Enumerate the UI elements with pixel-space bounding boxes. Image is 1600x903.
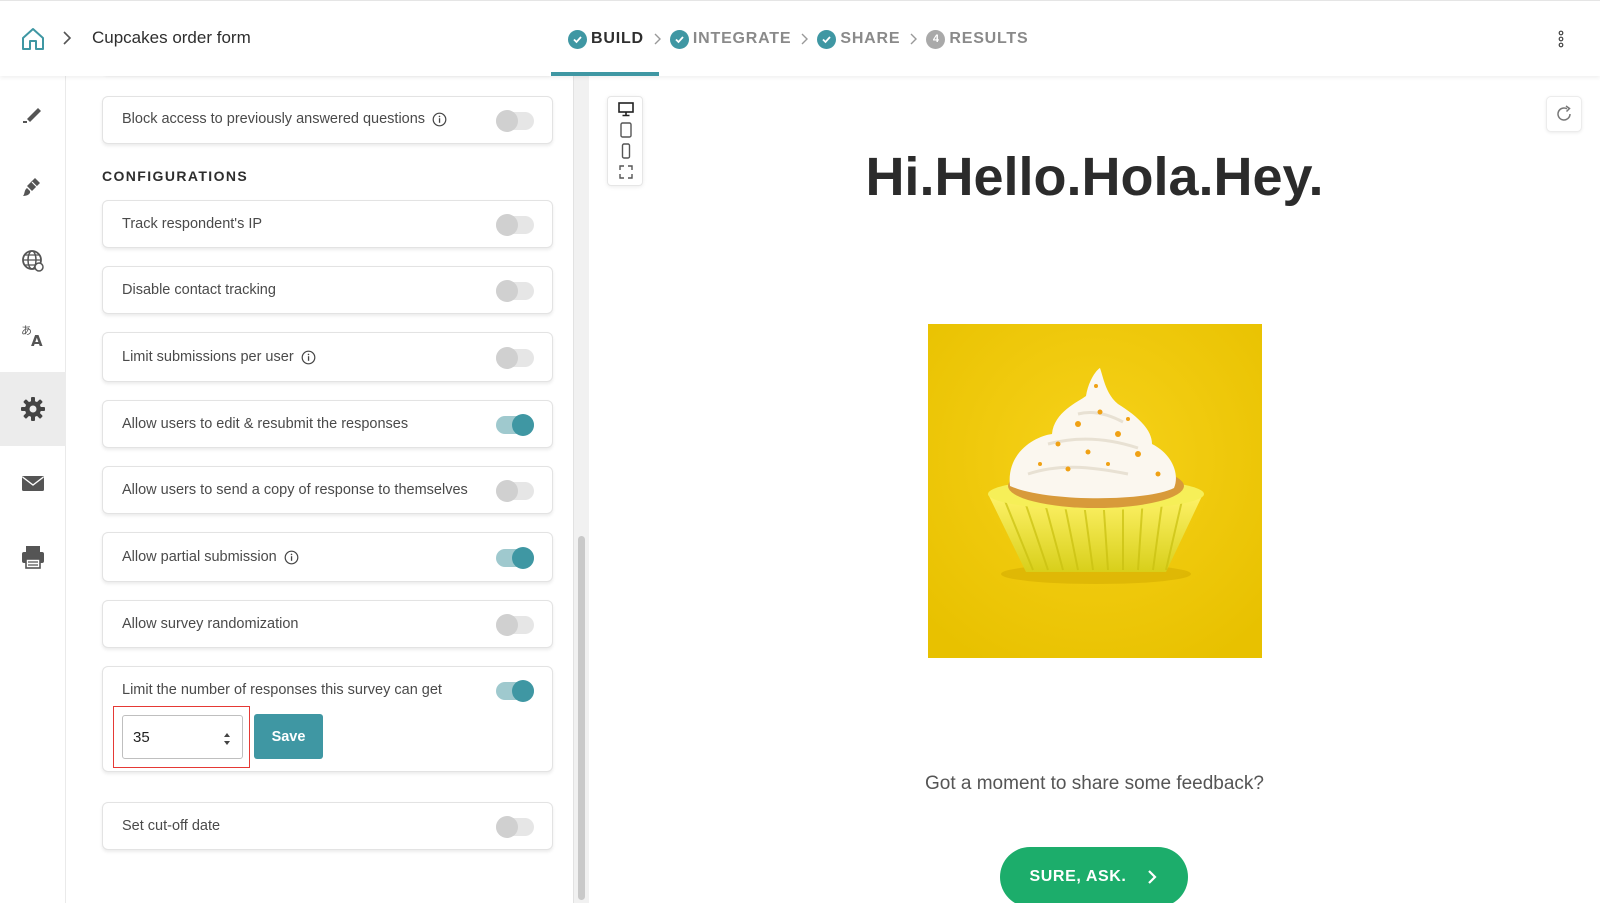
setting-label: Allow survey randomization bbox=[122, 616, 299, 632]
refresh-icon bbox=[1557, 105, 1571, 121]
rail-item-edit[interactable] bbox=[0, 76, 66, 150]
rail-item-settings[interactable] bbox=[0, 372, 66, 446]
settings-icon bbox=[21, 397, 45, 421]
cupcake-image bbox=[928, 324, 1262, 658]
setting-label: Limit submissions per user bbox=[122, 349, 316, 365]
scrollbar-thumb[interactable] bbox=[578, 536, 585, 900]
info-icon[interactable] bbox=[301, 350, 316, 365]
highlight-box: 35 bbox=[113, 706, 250, 768]
step-share[interactable]: SHARE bbox=[817, 29, 901, 49]
survey-subtitle: Got a moment to share some feedback? bbox=[924, 773, 1264, 794]
chevron-right-icon bbox=[644, 29, 670, 49]
toggle-survey-randomization[interactable] bbox=[496, 614, 534, 636]
rail-item-email[interactable] bbox=[0, 446, 66, 520]
step-label: INTEGRATE bbox=[692, 30, 792, 47]
info-icon[interactable] bbox=[432, 112, 447, 127]
info-icon[interactable] bbox=[284, 550, 299, 565]
toggle-limit-submissions[interactable] bbox=[496, 347, 534, 369]
toggle-cutoff-date[interactable] bbox=[496, 816, 534, 838]
print-icon bbox=[22, 546, 44, 569]
survey-headline: Hi.Hello.Hola.Hey. bbox=[865, 147, 1324, 207]
survey-preview: Hi.Hello.Hola.Hey. Got a moment to share… bbox=[589, 76, 1600, 903]
step-label: RESULTS bbox=[949, 30, 1029, 47]
tablet-icon[interactable] bbox=[617, 121, 635, 139]
setting-partial-submission: Allow partial submission bbox=[102, 532, 553, 582]
rail-item-print[interactable] bbox=[0, 520, 66, 594]
setting-block-access: Block access to previously answered ques… bbox=[102, 96, 553, 144]
toggle-disable-contact-tracking[interactable] bbox=[496, 280, 534, 302]
setting-cutoff-date: Set cut-off date bbox=[102, 802, 553, 850]
toggle-block-access[interactable] bbox=[496, 110, 534, 132]
number-stepper-icon[interactable] bbox=[222, 730, 232, 748]
setting-limit-submissions: Limit submissions per user bbox=[102, 332, 553, 382]
sidebar-rail: あ A bbox=[0, 76, 66, 903]
setting-label: Block access to previously answered ques… bbox=[122, 111, 447, 127]
chevron-right-icon bbox=[1148, 870, 1158, 884]
mail-icon bbox=[22, 476, 44, 491]
cta-label: SURE, ASK. bbox=[1029, 868, 1127, 885]
check-circle-icon bbox=[669, 29, 689, 49]
chevron-right-icon bbox=[63, 31, 72, 45]
chevron-right-icon bbox=[791, 29, 817, 49]
setting-label: Allow users to send a copy of response t… bbox=[122, 482, 468, 498]
rail-item-publish[interactable] bbox=[0, 224, 66, 298]
setting-disable-contact-tracking: Disable contact tracking bbox=[102, 266, 553, 314]
setting-label: Track respondent's IP bbox=[122, 216, 263, 232]
active-step-indicator bbox=[551, 72, 659, 76]
home-icon[interactable] bbox=[20, 26, 46, 52]
section-title: CONFIGURATIONS bbox=[102, 168, 249, 184]
svg-text:A: A bbox=[31, 332, 43, 350]
more-vertical-icon[interactable] bbox=[1553, 27, 1569, 51]
start-survey-button[interactable]: SURE, ASK. bbox=[1000, 847, 1188, 903]
setting-label: Disable contact tracking bbox=[122, 282, 276, 298]
setting-send-copy: Allow users to send a copy of response t… bbox=[102, 466, 553, 514]
globe-icon bbox=[22, 250, 44, 272]
setting-survey-randomization: Allow survey randomization bbox=[102, 600, 553, 648]
toggle-track-ip[interactable] bbox=[496, 214, 534, 236]
top-bar: Cupcakes order form BUILD INTEGRATE SHAR… bbox=[0, 0, 1600, 76]
rail-item-translate[interactable]: あ A bbox=[0, 298, 66, 372]
chevron-right-icon bbox=[900, 29, 926, 49]
setting-label: Allow partial submission bbox=[122, 549, 299, 565]
setting-label: Limit the number of responses this surve… bbox=[122, 682, 442, 698]
toggle-limit-responses[interactable] bbox=[496, 680, 534, 702]
toggle-allow-edit-resubmit[interactable] bbox=[496, 414, 534, 436]
step-label: BUILD bbox=[591, 30, 644, 47]
translate-icon: あ A bbox=[21, 324, 43, 350]
step-build[interactable]: BUILD bbox=[568, 29, 644, 49]
toggle-send-copy[interactable] bbox=[496, 480, 534, 502]
setting-track-ip: Track respondent's IP bbox=[102, 200, 553, 248]
step-number-badge: 4 bbox=[926, 29, 946, 49]
desktop-icon[interactable] bbox=[617, 100, 635, 118]
paint-brush-icon bbox=[23, 178, 40, 196]
setting-label: Set cut-off date bbox=[122, 818, 221, 834]
rail-item-design[interactable] bbox=[0, 150, 66, 224]
response-limit-input[interactable]: 35 bbox=[122, 715, 243, 759]
edit-icon bbox=[23, 108, 41, 123]
panel-scrollbar[interactable] bbox=[573, 76, 589, 903]
check-circle-icon bbox=[817, 29, 837, 49]
step-label: SHARE bbox=[840, 30, 901, 47]
setting-limit-responses: Limit the number of responses this surve… bbox=[102, 666, 553, 772]
toggle-partial-submission[interactable] bbox=[496, 547, 534, 569]
form-title[interactable]: Cupcakes order form bbox=[92, 28, 251, 48]
step-integrate[interactable]: INTEGRATE bbox=[669, 29, 792, 49]
setting-label: Allow users to edit & resubmit the respo… bbox=[122, 416, 409, 432]
step-navigation: BUILD INTEGRATE SHARE 4 RESULTS bbox=[568, 27, 1028, 51]
save-button[interactable]: Save bbox=[254, 714, 323, 759]
step-results[interactable]: 4 RESULTS bbox=[926, 29, 1029, 49]
setting-allow-edit-resubmit: Allow users to edit & resubmit the respo… bbox=[102, 400, 553, 448]
refresh-button[interactable] bbox=[1546, 96, 1582, 132]
check-circle-icon bbox=[568, 29, 587, 49]
settings-panel: Block access to previously answered ques… bbox=[66, 76, 573, 903]
